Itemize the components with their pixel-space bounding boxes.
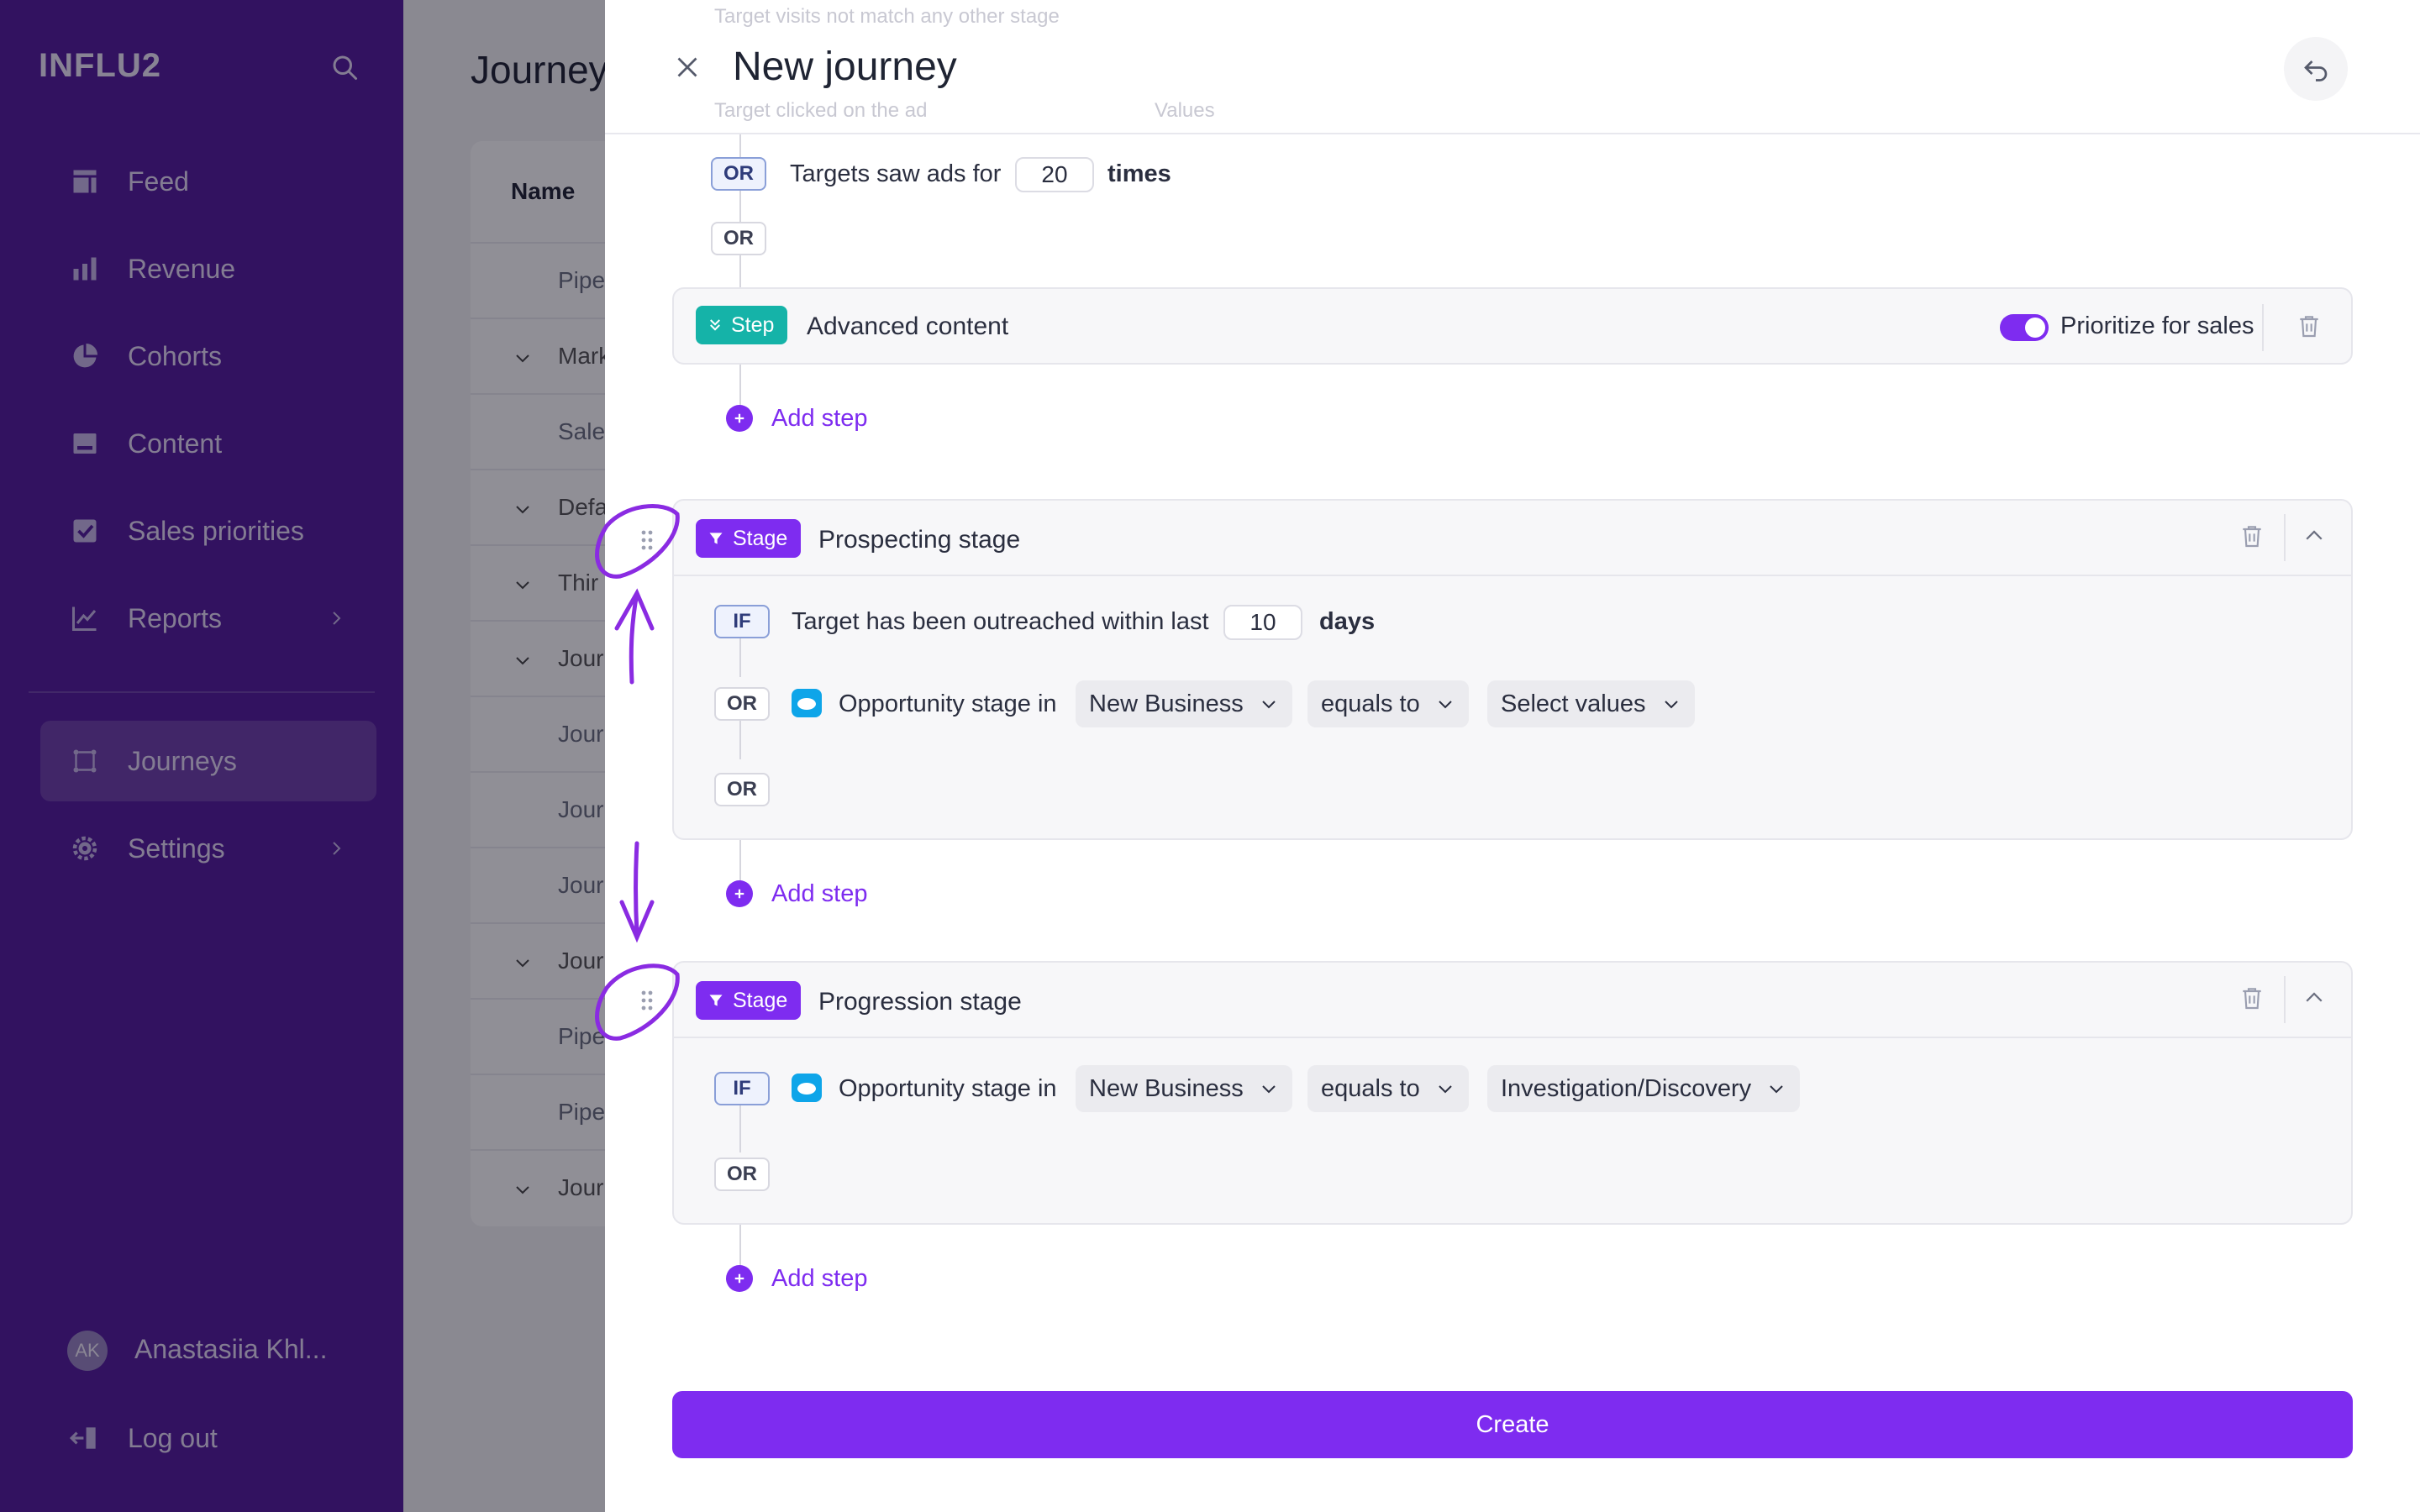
drag-handle-icon[interactable] [639, 988, 655, 1013]
drag-handle-icon[interactable] [639, 528, 655, 553]
if-operator-chip[interactable]: IF [714, 1072, 770, 1105]
scrolled-condition-text: Values [1155, 99, 1215, 122]
chevron-up-icon [2306, 530, 2323, 540]
filter-icon [709, 533, 723, 544]
chevron-down-icon [1262, 1085, 1276, 1094]
prioritize-toggle[interactable] [2000, 314, 2049, 341]
days-input[interactable]: 10 [1223, 605, 1302, 640]
close-icon[interactable] [672, 52, 702, 82]
values-dropdown[interactable]: Select values [1487, 680, 1695, 727]
delete-stage-button[interactable] [2235, 981, 2269, 1015]
salesforce-icon [792, 1074, 822, 1102]
chevron-down-icon [1438, 701, 1452, 709]
condition-unit: times [1107, 160, 1171, 187]
undo-button[interactable] [2284, 37, 2348, 101]
salesforce-icon [792, 689, 822, 717]
double-chevron-down-icon [710, 319, 720, 331]
scrolled-condition-text: Target clicked on the ad [714, 99, 928, 122]
trash-icon [2243, 988, 2261, 1010]
modal-header: Target visits not match any other stage … [605, 0, 2420, 134]
create-button[interactable]: Create [672, 1391, 2353, 1458]
progression-stage-card: Stage Progression stage IF Opportunity s… [672, 961, 2353, 1225]
operator-dropdown[interactable]: equals to [1307, 680, 1469, 727]
plus-icon [726, 1265, 753, 1292]
chevron-down-icon [1262, 701, 1276, 709]
collapse-button[interactable] [2297, 519, 2331, 553]
stage-badge: Stage [696, 519, 802, 558]
if-operator-chip[interactable]: IF [714, 605, 770, 638]
times-input[interactable]: 20 [1015, 157, 1094, 192]
separator [2284, 514, 2286, 561]
or-operator-chip[interactable]: OR [714, 1158, 770, 1191]
stage-title: Prospecting stage [818, 526, 1021, 554]
add-step-button[interactable]: Add step [726, 1262, 867, 1295]
modal-backdrop[interactable] [0, 0, 605, 1512]
step-card: Step Advanced content Prioritize for sal… [672, 287, 2353, 365]
plus-icon [726, 880, 753, 907]
chevron-down-icon [1770, 1085, 1783, 1094]
step-title: Advanced content [807, 312, 1009, 340]
collapse-button[interactable] [2297, 981, 2331, 1015]
or-operator-chip[interactable]: OR [711, 157, 766, 191]
trash-icon [2300, 316, 2318, 338]
add-step-button[interactable]: Add step [726, 402, 867, 435]
chevron-down-icon [1664, 701, 1678, 709]
condition-text: Target has been outreached within last [792, 608, 1209, 635]
stage-badge: Stage [696, 981, 802, 1020]
undo-icon [2304, 60, 2328, 81]
separator [2284, 976, 2286, 1023]
new-journey-modal: Target visits not match any other stage … [605, 0, 2420, 1512]
prospecting-stage-card: Stage Prospecting stage IF Target has be… [672, 499, 2353, 840]
condition-text: Opportunity stage in [839, 690, 1057, 717]
condition-text: Opportunity stage in [839, 1075, 1057, 1102]
modal-title: New journey [733, 45, 957, 89]
delete-step-button[interactable] [2292, 309, 2326, 343]
separator [2262, 304, 2264, 351]
or-operator-chip[interactable]: OR [711, 222, 766, 255]
stage-title: Progression stage [818, 988, 1022, 1016]
or-operator-chip[interactable]: OR [714, 773, 770, 806]
prioritize-label: Prioritize for sales [2060, 312, 2254, 339]
chevron-up-icon [2306, 992, 2323, 1002]
operator-dropdown[interactable]: equals to [1307, 1065, 1469, 1112]
scrolled-condition-text: Target visits not match any other stage [714, 5, 1060, 28]
step-badge: Step [696, 306, 788, 344]
values-dropdown[interactable]: Investigation/Discovery [1487, 1065, 1801, 1112]
trash-icon [2243, 526, 2261, 548]
flow-connector [739, 632, 741, 677]
opportunity-type-dropdown[interactable]: New Business [1076, 680, 1292, 727]
delete-stage-button[interactable] [2235, 519, 2269, 553]
filter-icon [709, 995, 723, 1006]
add-step-button[interactable]: Add step [726, 877, 867, 911]
condition-unit: days [1319, 608, 1376, 635]
plus-icon [726, 405, 753, 432]
flow-connector [739, 1105, 741, 1152]
opportunity-type-dropdown[interactable]: New Business [1076, 1065, 1292, 1112]
flow-connector [739, 717, 741, 759]
or-operator-chip[interactable]: OR [714, 687, 770, 721]
condition-text: Targets saw ads for [790, 160, 1002, 187]
chevron-down-icon [1438, 1085, 1452, 1094]
